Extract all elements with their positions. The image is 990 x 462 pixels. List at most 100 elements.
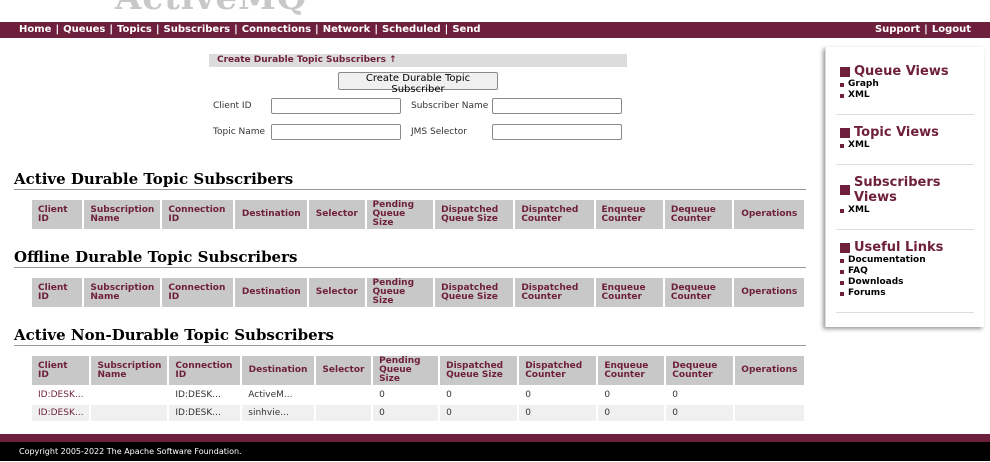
col-header-client-id[interactable]: Client ID — [32, 200, 83, 229]
col-header-dispatched-queue-size[interactable]: Dispatched Queue Size — [435, 278, 514, 307]
cell-pending-queue-size: 0 — [379, 390, 385, 400]
cell-client-id[interactable]: ID:DESK... — [32, 405, 90, 421]
nav-left: Home | Queues | Topics | Subscribers | Connectio… — [19, 24, 481, 35]
divider — [14, 267, 806, 268]
topic-xml-link[interactable]: XML — [840, 140, 974, 151]
active-nondurable-heading: Active Non-Durable Topic Subscribers — [14, 326, 334, 344]
cell-client-id[interactable]: ID:DESK... — [32, 387, 89, 403]
form-title[interactable]: Create Durable Topic Subscribers ↑ — [209, 54, 627, 67]
col-header-subscription-name[interactable]: Subscription Name — [91, 356, 168, 385]
active-durable-table: Client ID Subscription Name Connection ID Dest… — [30, 198, 806, 231]
cell-enqueue-counter: 0 — [598, 405, 665, 421]
table-row: ID:DESK... ID:DESK... ActiveM... 0 0 0 0 0 — [32, 387, 804, 403]
nav-subscribers[interactable]: Subscribers — [164, 24, 231, 35]
sidebar-divider — [836, 114, 974, 115]
col-header-connection-id[interactable]: Connection ID — [169, 356, 241, 385]
nav-queues[interactable]: Queues — [63, 24, 105, 35]
col-header-dequeue-counter[interactable]: Dequeue Counter — [664, 200, 733, 229]
nav-home[interactable]: Home — [19, 24, 51, 35]
col-header-pending-queue-size[interactable]: Pending Queue Size — [366, 200, 434, 229]
topic-views-section: Topic Views XML — [840, 125, 974, 151]
col-header-dispatched-counter[interactable]: Dispatched Counter — [519, 356, 597, 385]
cell-dequeue-counter: 0 — [672, 390, 679, 400]
bullet-icon — [840, 83, 844, 87]
bullet-icon — [840, 144, 844, 148]
col-header-dispatched-counter[interactable]: Dispatched Counter — [515, 200, 594, 229]
subscribers-views-section: Subscribers Views XML — [840, 175, 974, 216]
col-header-selector[interactable]: Selector — [309, 200, 365, 229]
cell-enqueue-counter: 0 — [604, 390, 611, 400]
cell-subscription-name — [91, 387, 167, 403]
col-header-destination[interactable]: Destination — [235, 278, 308, 307]
cell-destination: sinhvie... — [242, 405, 314, 421]
col-header-dequeue-counter[interactable]: Dequeue Counter — [666, 356, 733, 385]
bullet-square-icon — [840, 128, 850, 138]
client-id-label: Client ID — [213, 101, 252, 111]
sidebar-divider — [836, 164, 974, 165]
col-header-operations[interactable]: Operations — [734, 356, 804, 385]
sidebar-divider — [836, 229, 974, 230]
col-header-destination[interactable]: Destination — [235, 200, 308, 229]
cell-selector — [316, 387, 371, 403]
cell-operations — [734, 405, 804, 421]
col-header-pending-queue-size[interactable]: Pending Queue Size — [366, 278, 434, 307]
col-header-dispatched-counter[interactable]: Dispatched Counter — [515, 278, 594, 307]
nav-network[interactable]: Network — [323, 24, 371, 35]
nav-logout[interactable]: Logout — [932, 24, 971, 35]
offline-durable-heading: Offline Durable Topic Subscribers — [14, 248, 298, 266]
cell-pending-queue-size: 0 — [373, 405, 439, 421]
col-header-enqueue-counter[interactable]: Enqueue Counter — [595, 278, 663, 307]
col-header-operations[interactable]: Operations — [734, 278, 804, 307]
jms-selector-input[interactable] — [492, 124, 622, 140]
cell-destination: ActiveM... — [248, 390, 293, 400]
faq-link[interactable]: FAQ — [840, 266, 974, 277]
cell-dispatched-queue-size: 0 — [440, 405, 518, 421]
copyright-text: Copyright 2005-2022 The Apache Software … — [19, 447, 242, 456]
bullet-icon — [840, 281, 844, 285]
col-header-enqueue-counter[interactable]: Enqueue Counter — [598, 356, 665, 385]
nav-send[interactable]: Send — [452, 24, 480, 35]
col-header-dispatched-queue-size[interactable]: Dispatched Queue Size — [435, 200, 514, 229]
bullet-icon — [840, 94, 844, 98]
cell-operations — [735, 387, 804, 403]
col-header-connection-id[interactable]: Connection ID — [162, 278, 234, 307]
nav-connections[interactable]: Connections — [242, 24, 311, 35]
create-subscriber-button[interactable]: Create Durable Topic Subscriber — [338, 72, 498, 95]
downloads-link[interactable]: Downloads — [840, 277, 974, 288]
col-header-client-id[interactable]: Client ID — [32, 356, 90, 385]
forums-link[interactable]: Forums — [840, 288, 974, 299]
col-header-enqueue-counter[interactable]: Enqueue Counter — [595, 200, 663, 229]
sidebar-divider — [836, 312, 974, 313]
subscriber-name-input[interactable] — [492, 98, 622, 114]
cell-connection-id: ID:DESK... — [169, 405, 241, 421]
cell-selector — [315, 405, 372, 421]
col-header-selector[interactable]: Selector — [315, 356, 372, 385]
queue-views-title: Queue Views — [854, 64, 949, 79]
col-header-subscription-name[interactable]: Subscription Name — [84, 278, 161, 307]
documentation-link[interactable]: Documentation — [840, 255, 974, 266]
cell-connection-id: ID:DESK... — [175, 390, 221, 400]
logo-area: ActiveMQ — [0, 0, 990, 22]
col-header-pending-queue-size[interactable]: Pending Queue Size — [373, 356, 439, 385]
topic-name-input[interactable] — [271, 124, 401, 140]
nav-scheduled[interactable]: Scheduled — [382, 24, 441, 35]
client-id-input[interactable] — [271, 98, 401, 114]
subscribers-xml-link[interactable]: XML — [840, 205, 974, 216]
activemq-logo: ActiveMQ — [115, 0, 307, 18]
col-header-subscription-name[interactable]: Subscription Name — [84, 200, 161, 229]
col-header-destination[interactable]: Destination — [242, 356, 314, 385]
queue-xml-link[interactable]: XML — [840, 90, 974, 101]
queue-graph-link[interactable]: Graph — [840, 79, 974, 90]
active-durable-heading: Active Durable Topic Subscribers — [14, 170, 294, 188]
nav-support[interactable]: Support — [875, 24, 920, 35]
col-header-dispatched-queue-size[interactable]: Dispatched Queue Size — [440, 356, 518, 385]
bullet-square-icon — [840, 243, 850, 253]
col-header-selector[interactable]: Selector — [309, 278, 365, 307]
col-header-connection-id[interactable]: Connection ID — [162, 200, 234, 229]
col-header-client-id[interactable]: Client ID — [32, 278, 83, 307]
table-row: ID:DESK... ID:DESK... sinhvie... 0 0 0 0 0 — [32, 405, 804, 421]
col-header-operations[interactable]: Operations — [734, 200, 804, 229]
nav-topics[interactable]: Topics — [117, 24, 152, 35]
col-header-dequeue-counter[interactable]: Dequeue Counter — [664, 278, 733, 307]
offline-durable-table: Client ID Subscription Name Connection ID Dest… — [30, 276, 806, 309]
